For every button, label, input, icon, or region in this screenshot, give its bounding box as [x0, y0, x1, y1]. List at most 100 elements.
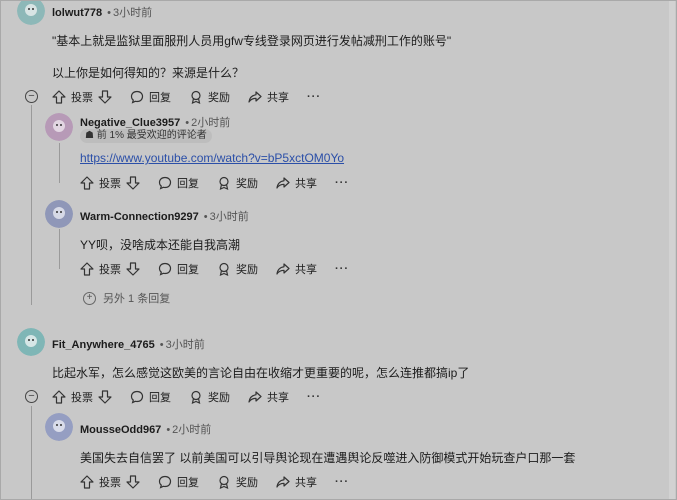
- downvote-icon[interactable]: [126, 475, 140, 489]
- award-icon: [219, 262, 229, 276]
- comment-header: Fit_Anywhere_4765 • 3小时前: [52, 339, 205, 351]
- award-label: 奖励: [208, 92, 230, 104]
- comment-actions: 投票 回复 奖励 共享 ···: [52, 388, 321, 406]
- avatar[interactable]: [17, 1, 45, 25]
- upvote-icon[interactable]: [80, 176, 94, 190]
- reply-button[interactable]: 回复: [158, 474, 199, 490]
- author-name[interactable]: Negative_Clue3957: [80, 117, 180, 129]
- author-name[interactable]: MousseOdd967: [80, 424, 161, 436]
- vote-control: 投票: [52, 89, 112, 105]
- comment-actions: 投票 回复 奖励 共享 ···: [80, 473, 349, 491]
- reply-button[interactable]: 回复: [130, 89, 171, 105]
- avatar[interactable]: [45, 200, 73, 228]
- award-button[interactable]: 奖励: [217, 261, 258, 277]
- more-replies-label: 另外 1 条回复: [103, 293, 171, 305]
- more-options-button[interactable]: ···: [335, 476, 349, 488]
- upvote-icon[interactable]: [80, 262, 94, 276]
- share-label: 共享: [295, 264, 317, 276]
- downvote-icon[interactable]: [126, 176, 140, 190]
- award-button[interactable]: 奖励: [189, 389, 230, 405]
- award-label: 奖励: [208, 392, 230, 404]
- thread-line[interactable]: [59, 143, 60, 183]
- reply-label: 回复: [149, 392, 171, 404]
- avatar[interactable]: [45, 413, 73, 441]
- thread-line[interactable]: [31, 105, 32, 305]
- share-button[interactable]: 共享: [248, 389, 289, 405]
- share-icon: [248, 91, 262, 103]
- timestamp[interactable]: 2小时前: [191, 117, 230, 129]
- reply-label: 回复: [177, 178, 199, 190]
- vote-control: 投票: [80, 175, 140, 191]
- award-label: 奖励: [236, 178, 258, 190]
- comment-text: 比起水军，怎么感觉这欧美的言论自由在收缩才更重要的呢，怎么连推都搞ip了: [52, 366, 470, 380]
- commenter-badge-icon: ☗: [85, 130, 94, 141]
- share-icon: [276, 177, 290, 189]
- vote-label: 投票: [99, 477, 121, 489]
- comment-thread: lolwut778 • 3小时前 "基本上就是监狱里面服刑人员用gfw专线登录网页进…: [0, 0, 677, 500]
- upvote-icon[interactable]: [52, 390, 66, 404]
- reply-icon: [130, 90, 144, 104]
- top-commenter-badge: ☗ 前 1% 最受欢迎的评论者: [80, 129, 212, 143]
- author-name[interactable]: Fit_Anywhere_4765: [52, 339, 155, 351]
- reply-icon: [130, 390, 144, 404]
- vote-label: 投票: [99, 264, 121, 276]
- more-options-button[interactable]: ···: [335, 263, 349, 275]
- downvote-icon[interactable]: [126, 262, 140, 276]
- share-button[interactable]: 共享: [276, 175, 317, 191]
- award-icon: [191, 390, 201, 404]
- award-button[interactable]: 奖励: [217, 474, 258, 490]
- award-button[interactable]: 奖励: [217, 175, 258, 191]
- thread-line[interactable]: [31, 406, 32, 499]
- more-options-button[interactable]: ···: [307, 391, 321, 403]
- downvote-icon[interactable]: [98, 390, 112, 404]
- vote-control: 投票: [80, 261, 140, 277]
- more-replies-button[interactable]: + 另外 1 条回复: [83, 290, 170, 306]
- timestamp[interactable]: 2小时前: [172, 424, 211, 436]
- reply-button[interactable]: 回复: [130, 389, 171, 405]
- timestamp[interactable]: 3小时前: [210, 211, 249, 223]
- reply-label: 回复: [177, 477, 199, 489]
- share-button[interactable]: 共享: [276, 474, 317, 490]
- avatar[interactable]: [17, 328, 45, 356]
- reply-icon: [158, 176, 172, 190]
- comment-text: 美国失去自信罢了 以前美国可以引导舆论现在遭遇舆论反噬进入防御模式开始玩查户口那…: [80, 451, 576, 465]
- more-options-button[interactable]: ···: [335, 177, 349, 189]
- comment-actions: 投票 回复 奖励 共享 ···: [52, 88, 321, 106]
- author-name[interactable]: lolwut778: [52, 7, 102, 19]
- collapse-button[interactable]: −: [25, 390, 38, 403]
- more-options-button[interactable]: ···: [307, 91, 321, 103]
- downvote-icon[interactable]: [98, 90, 112, 104]
- comment-header: Negative_Clue3957 • 2小时前: [80, 117, 231, 129]
- award-icon: [219, 176, 229, 190]
- reply-button[interactable]: 回复: [158, 261, 199, 277]
- timestamp[interactable]: 3小时前: [113, 7, 152, 19]
- timestamp[interactable]: 3小时前: [166, 339, 205, 351]
- upvote-icon[interactable]: [80, 475, 94, 489]
- share-label: 共享: [295, 477, 317, 489]
- comment-actions: 投票 回复 奖励 共享 ···: [80, 174, 349, 192]
- collapse-button[interactable]: −: [25, 90, 38, 103]
- comment-actions: 投票 回复 奖励 共享 ···: [80, 260, 349, 278]
- reply-label: 回复: [149, 92, 171, 104]
- comment-text: YY呗，没啥成本还能自我高潮: [80, 238, 241, 252]
- share-label: 共享: [295, 178, 317, 190]
- thread-line[interactable]: [59, 229, 60, 269]
- share-button[interactable]: 共享: [276, 261, 317, 277]
- award-icon: [219, 475, 229, 489]
- scrollbar[interactable]: [669, 1, 675, 499]
- share-button[interactable]: 共享: [248, 89, 289, 105]
- reply-icon: [158, 475, 172, 489]
- youtube-link[interactable]: https://www.youtube.com/watch?v=bP5xctOM…: [80, 151, 344, 165]
- comment-header: MousseOdd967 • 2小时前: [80, 424, 212, 436]
- avatar[interactable]: [45, 113, 73, 141]
- award-button[interactable]: 奖励: [189, 89, 230, 105]
- comment-text: 以上你是如何得知的？来源是什么？: [52, 66, 245, 80]
- share-label: 共享: [267, 392, 289, 404]
- comment-text: "基本上就是监狱里面服刑人员用gfw专线登录网页进行发帖减刑工作的账号": [52, 34, 452, 48]
- upvote-icon[interactable]: [52, 90, 66, 104]
- reply-button[interactable]: 回复: [158, 175, 199, 191]
- vote-label: 投票: [71, 392, 93, 404]
- award-label: 奖励: [236, 264, 258, 276]
- vote-label: 投票: [71, 92, 93, 104]
- author-name[interactable]: Warm-Connection9297: [80, 211, 199, 223]
